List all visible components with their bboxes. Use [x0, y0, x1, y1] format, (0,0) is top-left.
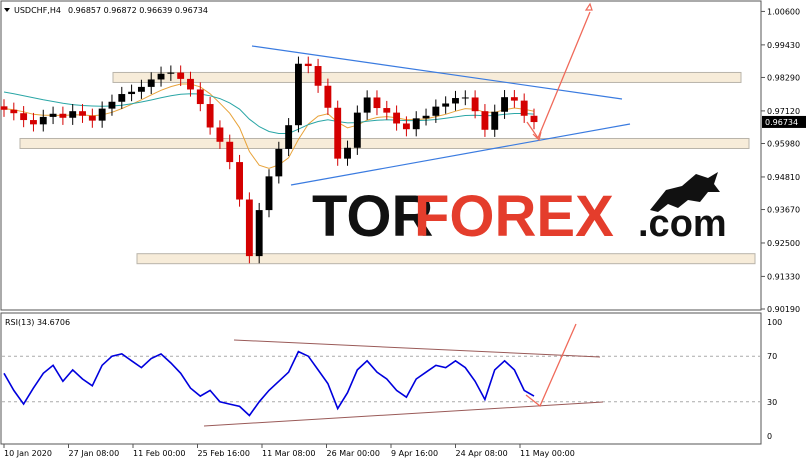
lower-support-zone — [136, 253, 756, 265]
rsi-tick-label: 0 — [767, 432, 772, 441]
candle-body — [69, 111, 77, 118]
candle-body — [324, 85, 332, 108]
candle-body — [39, 116, 47, 125]
candle-body — [285, 125, 293, 149]
candle-body — [363, 97, 371, 113]
time-tick-label: 11 Mar 08:00 — [262, 449, 315, 458]
rsi-tick-label: 70 — [767, 352, 777, 361]
candle-body — [157, 73, 165, 80]
candle-body — [255, 210, 263, 257]
candle-body — [20, 113, 28, 121]
candle-body — [236, 162, 243, 200]
candle-body — [49, 113, 57, 117]
candle-body — [0, 106, 8, 110]
resistance-zone — [112, 71, 742, 83]
price-tick-label: 0.97120 — [767, 107, 800, 116]
forex-chart: TOR FOREX .com 1.006000.994300.982900.97… — [0, 0, 806, 458]
candle-body — [137, 86, 145, 92]
candle-body — [216, 127, 224, 142]
chart-window: TOR FOREX .com 1.00600 0.99430 0.98290 0.97… — [0, 0, 808, 463]
candle-body — [481, 111, 489, 130]
candle-body — [128, 91, 136, 95]
symbol-label: USDCHF,H4 — [14, 6, 61, 15]
candle-body — [177, 72, 185, 79]
candle-body — [442, 103, 450, 107]
candle-body — [30, 120, 37, 125]
rsi-label: RSI(13) 34.6706 — [5, 318, 70, 327]
price-tick-label: 0.95980 — [767, 139, 800, 148]
candle-body — [344, 147, 351, 159]
candle-body — [295, 63, 302, 126]
price-tick-label: 0.91330 — [767, 272, 800, 281]
rsi-tick-label: 100 — [767, 318, 782, 327]
candle-body — [265, 176, 273, 211]
candle-body — [510, 97, 518, 101]
candle-body — [530, 115, 538, 123]
candle-body — [275, 148, 283, 177]
candle-body — [383, 108, 391, 113]
candle-body — [402, 123, 410, 130]
time-tick-label: 9 Apr 16:00 — [391, 449, 438, 458]
rsi-panel-frame — [0, 312, 762, 445]
candle-body — [147, 79, 155, 87]
candle-body — [206, 104, 214, 128]
candle-body — [79, 111, 86, 116]
candle-body — [412, 118, 420, 130]
price-tick-label: 0.98290 — [767, 73, 800, 82]
candle-body — [432, 106, 440, 116]
candle-body — [98, 108, 106, 121]
candle-body — [226, 141, 234, 163]
candle-body — [108, 101, 116, 109]
candle-body — [471, 97, 479, 112]
time-tick-label: 11 May 00:00 — [520, 449, 575, 458]
candle-body — [491, 111, 499, 130]
watermark-forex: FOREX — [414, 184, 614, 249]
price-tick-label: 1.00600 — [767, 7, 800, 16]
time-tick-label: 27 Jan 08:00 — [69, 449, 120, 458]
candle-body — [393, 112, 401, 124]
candle-body — [304, 63, 312, 67]
price-tick-label: 0.92500 — [767, 239, 800, 248]
ohlc-quotes: 0.96857 0.96872 0.96639 0.96734 — [68, 6, 208, 15]
time-tick-label: 10 Jan 2020 — [4, 449, 52, 458]
candle-body — [353, 112, 361, 148]
support-zone — [19, 137, 750, 149]
candle-body — [373, 97, 381, 109]
time-tick-label: 25 Feb 16:00 — [198, 449, 250, 458]
candle-body — [118, 94, 126, 102]
price-tick-label: 0.90190 — [767, 305, 800, 314]
candle-body — [314, 66, 322, 86]
current-price-label: 0.96734 — [765, 118, 798, 127]
candle-body — [167, 72, 175, 74]
candle-body — [88, 115, 96, 121]
candle-body — [334, 107, 342, 159]
price-tick-label: 0.94810 — [767, 173, 800, 182]
candle-body — [245, 199, 253, 257]
candle-body — [452, 98, 459, 104]
candle-body — [422, 115, 430, 119]
price-tick-label: 0.99430 — [767, 41, 800, 50]
time-tick-label: 11 Feb 00:00 — [133, 449, 185, 458]
candle-body — [187, 78, 194, 90]
candle-body — [501, 97, 508, 112]
time-tick-label: 26 Mar 00:00 — [327, 449, 380, 458]
candle-body — [59, 113, 67, 118]
candle-body — [461, 97, 469, 99]
candle-body — [520, 100, 528, 116]
price-tick-label: 0.93670 — [767, 206, 800, 215]
time-tick-label: 24 Apr 08:00 — [456, 449, 508, 458]
candle-body — [196, 89, 204, 105]
rsi-tick-label: 30 — [767, 398, 777, 407]
candle-body — [10, 109, 18, 114]
